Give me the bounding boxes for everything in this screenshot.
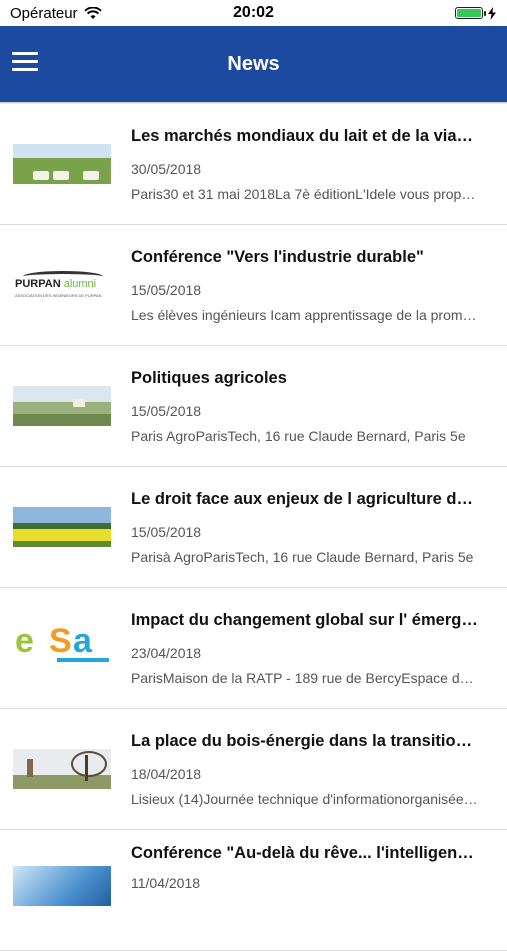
cows-photo <box>13 144 111 184</box>
news-date: 11/04/2018 <box>131 875 201 891</box>
news-item[interactable]: e S a Impact du changement global sur l'… <box>0 588 507 709</box>
news-date: 15/05/2018 <box>131 281 202 298</box>
news-title: La place du bois-énergie dans la transit… <box>131 731 481 750</box>
news-title: Conférence "Au-delà du rêve... l'intelli… <box>131 844 481 862</box>
fields-photo <box>13 386 111 426</box>
news-item[interactable]: La place du bois-énergie dans la transit… <box>0 709 507 830</box>
news-item[interactable]: Les marchés mondiaux du lait et de la vi… <box>0 104 507 225</box>
news-title: Politiques agricoles <box>131 368 287 387</box>
page-title: News <box>227 52 280 75</box>
news-excerpt: Paris AgroParisTech, 16 rue Claude Berna… <box>131 427 466 444</box>
news-item[interactable]: Le droit face aux enjeux de l agricultur… <box>0 467 507 588</box>
news-title: Le droit face aux enjeux de l agricultur… <box>131 489 481 508</box>
news-item[interactable]: PURPAN alumni ASSOCIATION DES INGENIEURS… <box>0 225 507 346</box>
news-item[interactable]: Politiques agricoles 15/05/2018 Paris Ag… <box>0 346 507 467</box>
ai-photo <box>13 866 111 906</box>
news-excerpt: Paris30 et 31 mai 2018La 7è éditionL'Ide… <box>131 185 481 202</box>
news-date: 15/05/2018 <box>131 523 202 540</box>
battery-icon <box>455 7 486 19</box>
purpan-brand: PURPAN <box>15 278 61 290</box>
rapeseed-photo <box>13 507 111 547</box>
esa-letter-a: a <box>73 624 92 660</box>
status-bar: Opérateur 20:02 <box>0 0 507 26</box>
news-date: 30/05/2018 <box>131 160 202 177</box>
news-date: 23/04/2018 <box>131 644 202 661</box>
status-time: 20:02 <box>233 4 274 21</box>
esa-letter-s: S <box>49 624 72 660</box>
purpan-alumni-logo: PURPAN alumni ASSOCIATION DES INGENIEURS… <box>13 265 111 305</box>
news-title: Conférence "Vers l'industrie durable" <box>131 247 424 266</box>
news-excerpt: Lisieux (14)Journée technique d'informat… <box>131 790 481 807</box>
purpan-brand-suffix: alumni <box>63 278 97 290</box>
news-list: Les marchés mondiaux du lait et de la vi… <box>0 103 507 951</box>
news-title: Impact du changement global sur l' émerg… <box>131 610 481 629</box>
hamburger-menu-icon[interactable] <box>12 52 38 74</box>
news-excerpt: Parisà AgroParisTech, 16 rue Claude Bern… <box>131 548 474 565</box>
esa-letter-e: e <box>15 624 34 660</box>
purpan-tagline: ASSOCIATION DES INGENIEURS DE PURPAN <box>15 293 102 298</box>
news-item[interactable]: Conférence "Au-delà du rêve... l'intelli… <box>0 830 507 951</box>
news-date: 18/04/2018 <box>131 765 202 782</box>
esa-logo: e S a <box>13 624 111 672</box>
news-date: 15/05/2018 <box>131 402 202 419</box>
navigation-bar: News <box>0 26 507 103</box>
news-excerpt: Les élèves ingénieurs Icam apprentissage… <box>131 306 481 323</box>
news-title: Les marchés mondiaux du lait et de la vi… <box>131 126 481 145</box>
windmill-tree-photo <box>13 749 111 789</box>
news-excerpt: ParisMaison de la RATP - 189 rue de Berc… <box>131 669 481 686</box>
